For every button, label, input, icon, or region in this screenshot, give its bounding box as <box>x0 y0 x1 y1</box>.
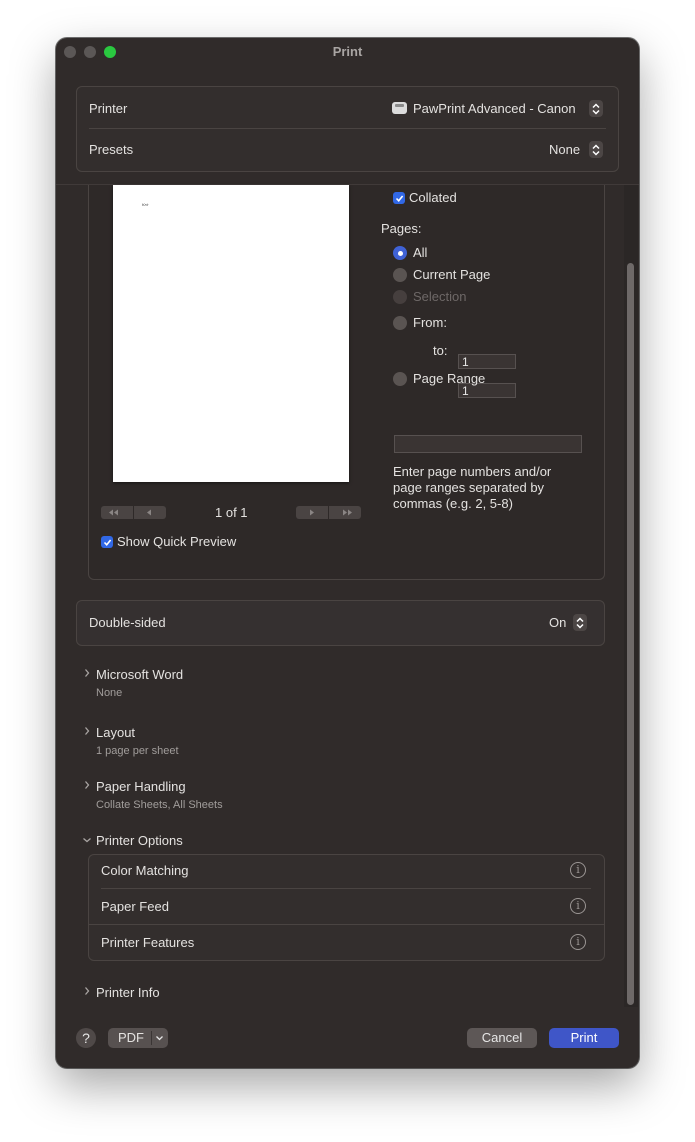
collated-label: Collated <box>409 190 457 205</box>
from-page-input[interactable]: 1 <box>458 354 516 369</box>
color-matching-label: Color Matching <box>101 863 189 878</box>
chevron-down-icon <box>83 838 91 843</box>
divider <box>89 924 604 925</box>
paper-feed-label: Paper Feed <box>101 899 169 914</box>
next-page-button[interactable] <box>296 506 328 519</box>
pages-heading: Pages: <box>381 221 422 236</box>
print-dialog: Print Printer PawPrint Advanced - Canon … <box>56 38 639 1068</box>
section-title: Layout <box>96 725 136 740</box>
pdf-label: PDF <box>118 1030 144 1045</box>
cancel-button[interactable]: Cancel <box>467 1028 537 1048</box>
info-icon[interactable]: i <box>570 898 586 914</box>
collated-checkbox[interactable]: Collated <box>393 189 513 207</box>
pages-to-label: to: <box>433 343 448 358</box>
title-bar: Print <box>56 38 639 66</box>
preview-options-panel: Kr/r 1 of 1 Show Quick Preview Collated … <box>88 185 605 580</box>
section-title: Microsoft Word <box>96 667 184 682</box>
pages-from-label: From: <box>413 315 447 330</box>
section-paper-handling[interactable]: Paper Handling Collate Sheets, All Sheet… <box>82 778 382 814</box>
divider <box>89 128 606 129</box>
section-printer-options[interactable]: Printer Options <box>82 832 382 850</box>
section-summary: 1 page per sheet <box>96 745 179 757</box>
pages-current-radio[interactable]: Current Page <box>393 266 533 284</box>
chevron-down-icon <box>156 1036 163 1041</box>
printer-icon <box>392 102 407 114</box>
pages-from-radio[interactable]: From: <box>393 314 453 332</box>
radio-dot <box>393 290 407 304</box>
printer-presets-panel: Printer PawPrint Advanced - Canon Preset… <box>76 86 619 172</box>
pages-range-radio[interactable]: Page Range <box>393 370 533 388</box>
section-summary: Collate Sheets, All Sheets <box>96 799 223 811</box>
chevron-right-icon <box>85 987 90 995</box>
page-indicator: 1 of 1 <box>215 505 248 520</box>
presets-label: Presets <box>89 142 134 157</box>
info-icon[interactable]: i <box>570 862 586 878</box>
pages-range-label: Page Range <box>413 371 486 386</box>
page-range-input[interactable] <box>394 435 582 453</box>
radio-dot <box>393 372 407 386</box>
presets-value: None <box>549 142 581 157</box>
double-sided-label: Double-sided <box>89 615 166 630</box>
double-sided-panel: Double-sided On <box>76 600 605 646</box>
print-button[interactable]: Print <box>549 1028 619 1048</box>
help-button[interactable]: ? <box>76 1028 96 1048</box>
printer-options-panel: Color Matching i Paper Feed i Printer Fe… <box>88 854 605 961</box>
previous-page-button[interactable] <box>134 506 166 519</box>
pages-current-label: Current Page <box>413 267 491 282</box>
pages-all-radio[interactable]: All <box>393 244 513 262</box>
preview-page-text: Kr/r <box>142 202 149 207</box>
up-down-chevron-icon <box>589 100 603 117</box>
double-sided-value: On <box>549 615 567 630</box>
section-layout[interactable]: Layout 1 page per sheet <box>82 724 382 760</box>
chevron-right-icon <box>85 669 90 677</box>
page-range-hint: Enter page numbers and/or page ranges se… <box>393 464 552 511</box>
printer-features-label: Printer Features <box>101 935 195 950</box>
radio-dot <box>393 246 407 260</box>
last-page-button[interactable] <box>329 506 361 519</box>
section-printer-info[interactable]: Printer Info <box>82 984 382 1002</box>
checkmark-icon <box>101 536 113 548</box>
chevron-right-icon <box>85 727 90 735</box>
section-title: Printer Info <box>96 985 160 1000</box>
printer-value: PawPrint Advanced - Canon <box>413 101 576 116</box>
scrollbar-thumb[interactable] <box>627 263 634 1005</box>
checkmark-icon <box>393 192 405 204</box>
scrollbar-track[interactable] <box>624 185 638 1007</box>
info-icon[interactable]: i <box>570 934 586 950</box>
pages-selection-radio[interactable]: Selection <box>393 288 533 306</box>
radio-dot <box>393 316 407 330</box>
up-down-chevron-icon <box>573 614 587 631</box>
chevron-right-icon <box>85 781 90 789</box>
section-title: Paper Handling <box>96 779 186 794</box>
first-page-button[interactable] <box>101 506 133 519</box>
show-quick-preview-label: Show Quick Preview <box>117 534 237 549</box>
printer-label: Printer <box>89 101 128 116</box>
paper-feed-row[interactable]: Paper Feed i <box>89 891 604 923</box>
window-title: Print <box>332 44 363 59</box>
radio-dot <box>393 268 407 282</box>
pages-selection-label: Selection <box>413 289 467 304</box>
presets-select[interactable]: None <box>543 138 613 162</box>
divider <box>101 888 591 889</box>
printer-select[interactable]: PawPrint Advanced - Canon <box>387 97 607 121</box>
section-microsoft-word[interactable]: Microsoft Word None <box>82 666 382 702</box>
show-quick-preview-checkbox[interactable]: Show Quick Preview <box>101 533 261 551</box>
up-down-chevron-icon <box>589 141 603 158</box>
color-matching-row[interactable]: Color Matching i <box>89 855 604 887</box>
section-title: Printer Options <box>96 833 183 848</box>
divider <box>151 1031 152 1045</box>
printer-features-row[interactable]: Printer Features i <box>89 927 604 959</box>
section-summary: None <box>96 687 123 699</box>
pages-all-label: All <box>413 245 428 260</box>
page-preview: Kr/r <box>113 185 349 482</box>
pdf-menu-button[interactable]: PDF <box>108 1028 168 1048</box>
double-sided-select[interactable]: On <box>543 611 599 635</box>
